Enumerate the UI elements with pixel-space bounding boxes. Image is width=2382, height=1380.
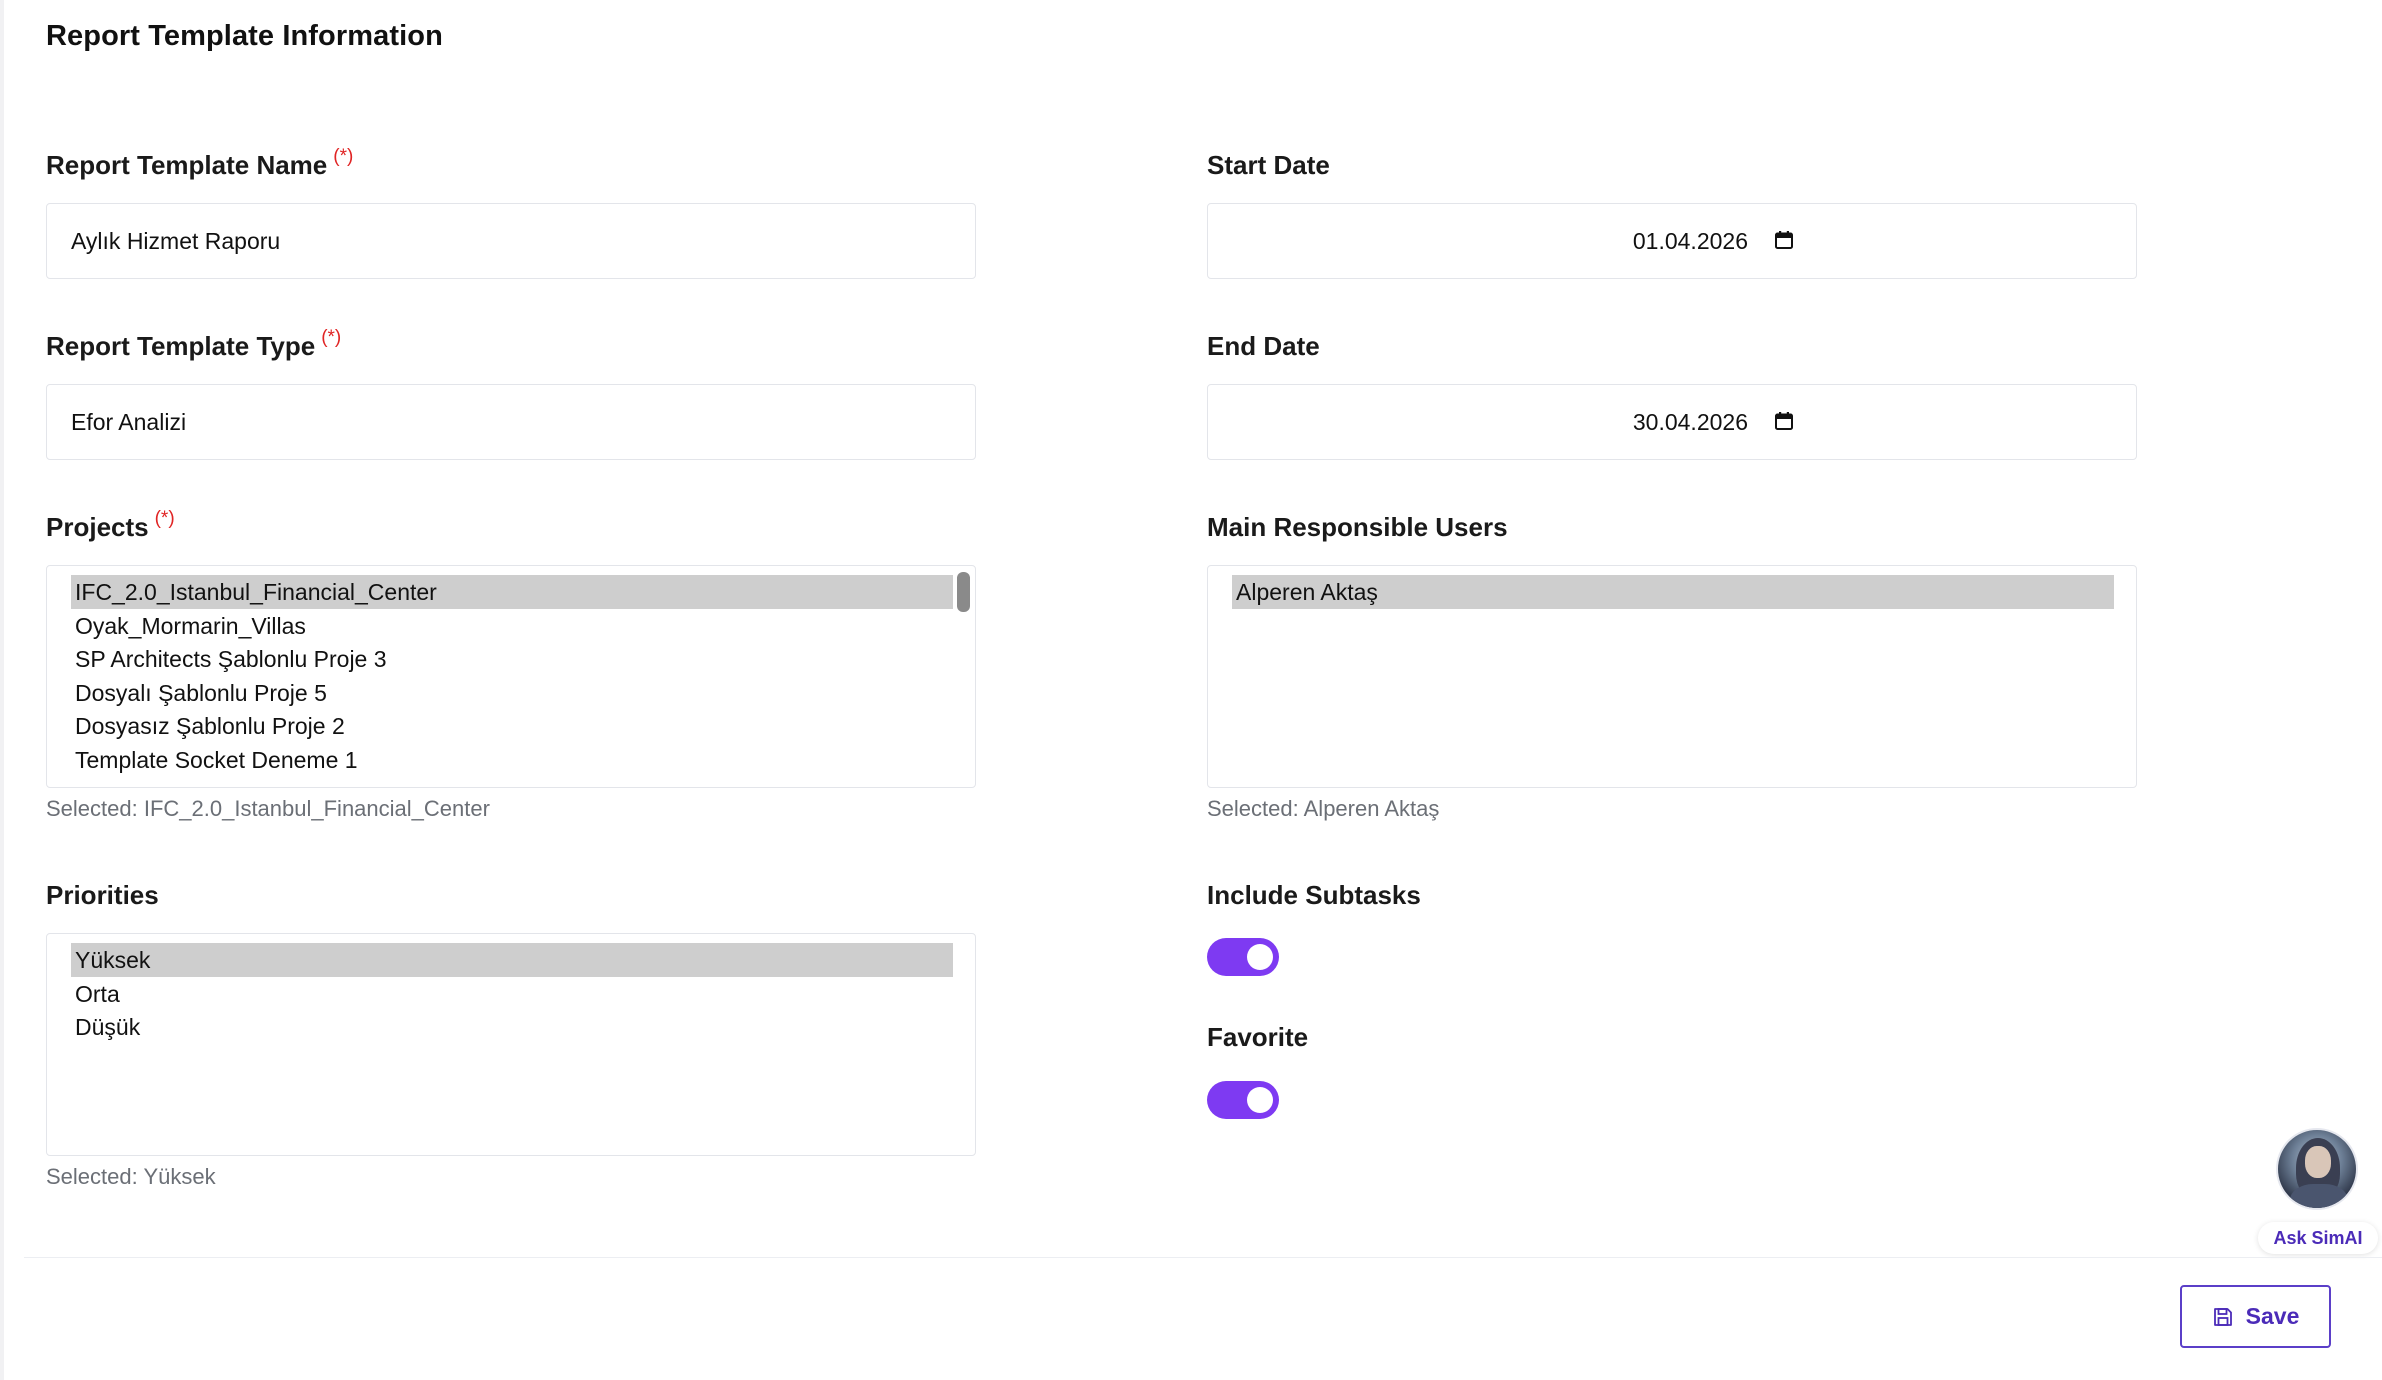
toggle-knob bbox=[1247, 944, 1273, 970]
list-item[interactable]: Dosyasız Şablonlu Proje 2 bbox=[71, 709, 953, 743]
list-item[interactable]: Orta bbox=[71, 977, 953, 1011]
list-item[interactable]: Template Socket Deneme 1 bbox=[71, 743, 953, 777]
end-date-value: 30.04.2026 bbox=[1632, 409, 1748, 435]
ask-simai-widget[interactable]: Ask SimAI bbox=[2258, 1128, 2382, 1258]
list-item[interactable]: IFC_2.0_Istanbul_Financial_Center bbox=[71, 575, 953, 609]
report-template-name-label: Report Template Name (*) bbox=[46, 146, 353, 181]
list-item[interactable]: Dosyalı Şablonlu Proje 5 bbox=[71, 676, 953, 710]
list-item[interactable]: Düşük bbox=[71, 1010, 953, 1044]
report-template-type-input[interactable]: Efor Analizi bbox=[46, 384, 976, 460]
assistant-avatar[interactable] bbox=[2276, 1128, 2358, 1210]
include-subtasks-toggle[interactable] bbox=[1207, 938, 1279, 976]
main-responsible-users-selected-text: Selected: Alperen Aktaş bbox=[1207, 796, 1440, 821]
report-template-type-label: Report Template Type (*) bbox=[46, 327, 341, 362]
priorities-label: Priorities bbox=[46, 880, 159, 910]
save-button[interactable]: Save bbox=[2180, 1285, 2331, 1348]
footer-divider bbox=[24, 1257, 2382, 1258]
main-responsible-users-listbox[interactable]: Alperen Aktaş bbox=[1207, 565, 2137, 788]
page-left-edge bbox=[0, 0, 4, 1380]
end-date-input[interactable]: 30.04.2026 bbox=[1207, 384, 2137, 460]
report-template-name-label-text: Report Template Name bbox=[46, 150, 328, 180]
projects-label: Projects (*) bbox=[46, 508, 175, 543]
required-mark: (*) bbox=[321, 327, 342, 348]
end-date-label: End Date bbox=[1207, 331, 1320, 361]
required-mark: (*) bbox=[154, 508, 175, 529]
section-title: Report Template Information bbox=[46, 20, 443, 52]
list-item[interactable]: Yüksek bbox=[71, 943, 953, 977]
calendar-icon[interactable] bbox=[1774, 230, 1794, 250]
projects-scrollbar-thumb[interactable] bbox=[957, 572, 970, 612]
report-template-name-input[interactable]: Aylık Hizmet Raporu bbox=[46, 203, 976, 279]
toggle-knob bbox=[1247, 1087, 1273, 1113]
main-responsible-users-label: Main Responsible Users bbox=[1207, 512, 1508, 542]
list-item[interactable]: Alperen Aktaş bbox=[1232, 575, 2114, 609]
favorite-label: Favorite bbox=[1207, 1022, 1309, 1052]
favorite-toggle[interactable] bbox=[1207, 1081, 1279, 1119]
projects-listbox[interactable]: IFC_2.0_Istanbul_Financial_Center Oyak_M… bbox=[46, 565, 976, 788]
priorities-listbox[interactable]: Yüksek Orta Düşük bbox=[46, 933, 976, 1156]
start-date-label: Start Date bbox=[1207, 150, 1330, 180]
priorities-selected-text: Selected: Yüksek bbox=[46, 1164, 216, 1189]
start-date-input[interactable]: 01.04.2026 bbox=[1207, 203, 2137, 279]
save-icon bbox=[2213, 1307, 2232, 1326]
required-mark: (*) bbox=[333, 146, 354, 167]
list-item[interactable]: SP Architects Şablonlu Proje 3 bbox=[71, 642, 953, 676]
ask-simai-label[interactable]: Ask SimAI bbox=[2258, 1222, 2378, 1254]
report-template-type-label-text: Report Template Type bbox=[46, 331, 316, 361]
include-subtasks-label: Include Subtasks bbox=[1207, 880, 1421, 910]
projects-label-text: Projects bbox=[46, 512, 149, 542]
calendar-icon[interactable] bbox=[1774, 411, 1794, 431]
save-button-label: Save bbox=[2245, 1303, 2300, 1329]
start-date-value: 01.04.2026 bbox=[1632, 228, 1748, 254]
projects-selected-text: Selected: IFC_2.0_Istanbul_Financial_Cen… bbox=[46, 796, 490, 821]
list-item[interactable]: Oyak_Mormarin_Villas bbox=[71, 609, 953, 643]
